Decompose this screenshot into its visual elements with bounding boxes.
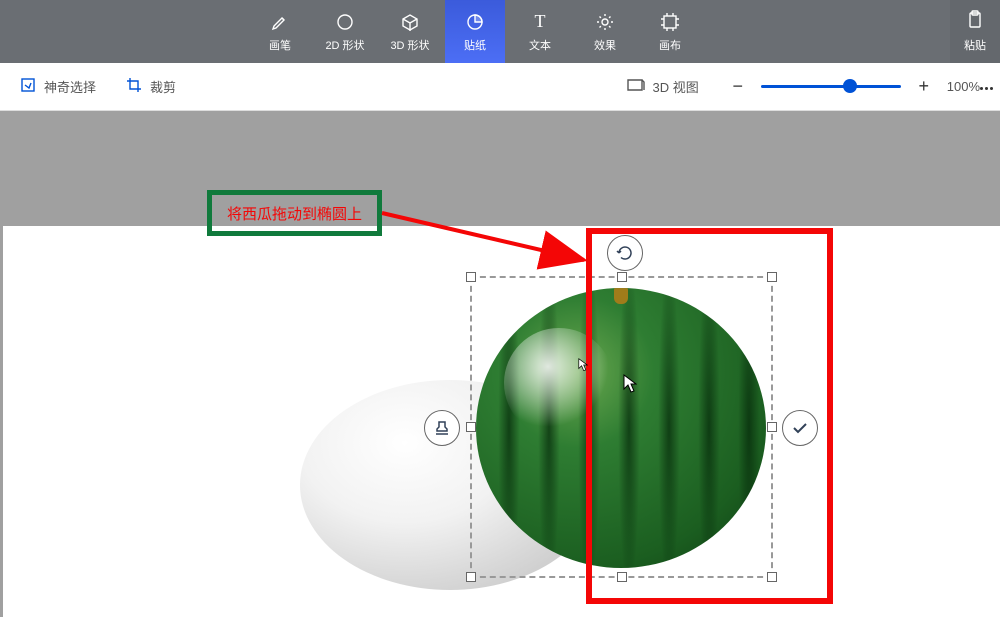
- view-3d-label: 3D 视图: [653, 77, 699, 96]
- view-3d-button[interactable]: 3D 视图: [627, 77, 699, 96]
- tool-paste[interactable]: 粘贴: [950, 0, 1000, 63]
- crop-label: 裁剪: [150, 77, 176, 96]
- tool-2d-shape[interactable]: 2D 形状: [315, 0, 375, 63]
- zoom-slider-thumb[interactable]: [843, 79, 857, 93]
- tool-sticker[interactable]: 贴纸: [445, 0, 505, 63]
- tool-effects-label: 效果: [594, 37, 616, 53]
- cube-icon: [399, 11, 421, 33]
- view-3d-icon: [627, 78, 645, 95]
- magic-select-label: 神奇选择: [44, 77, 96, 96]
- tool-2d-label: 2D 形状: [325, 37, 364, 53]
- zoom-out-button[interactable]: −: [729, 78, 747, 96]
- tool-effects[interactable]: 效果: [575, 0, 635, 63]
- stamp-button[interactable]: [424, 410, 460, 446]
- zoom-percent-label: 100%: [947, 79, 980, 94]
- tool-canvas-label: 画布: [659, 37, 681, 53]
- magic-select-button[interactable]: 神奇选择: [20, 77, 96, 96]
- tool-sticker-label: 贴纸: [464, 37, 486, 53]
- resize-handle-bl[interactable]: [466, 572, 476, 582]
- second-toolbar: 神奇选择 裁剪 3D 视图 − + 100%: [0, 63, 1000, 111]
- tool-3d-shape[interactable]: 3D 形状: [380, 0, 440, 63]
- magic-select-icon: [20, 77, 36, 96]
- zoom-in-button[interactable]: +: [915, 78, 933, 96]
- zoom-group: − + 100%: [729, 78, 980, 96]
- tool-text[interactable]: T 文本: [510, 0, 570, 63]
- more-menu-button[interactable]: [976, 78, 996, 98]
- tool-canvas[interactable]: 画布: [640, 0, 700, 63]
- text-icon: T: [529, 11, 551, 33]
- zoom-slider[interactable]: [761, 85, 901, 88]
- resize-handle-ml[interactable]: [466, 422, 476, 432]
- tool-brush[interactable]: 画笔: [250, 0, 310, 63]
- tool-3d-label: 3D 形状: [390, 37, 429, 53]
- crop-button[interactable]: 裁剪: [126, 77, 176, 96]
- brush-icon: [269, 11, 291, 33]
- resize-handle-tl[interactable]: [466, 272, 476, 282]
- sun-icon: [594, 11, 616, 33]
- annotation-instruction-box: 将西瓜拖动到椭圆上: [207, 190, 382, 236]
- annotation-target-box: [586, 228, 833, 604]
- clipboard-icon: [965, 10, 985, 33]
- tool-paste-label: 粘贴: [964, 37, 986, 53]
- canvas-icon: [659, 11, 681, 33]
- top-toolbar: 画笔 2D 形状 3D 形状 贴纸 T 文本 效果 画布: [0, 0, 1000, 63]
- circle-icon: [334, 11, 356, 33]
- sticker-icon: [464, 11, 486, 33]
- annotation-instruction-text: 将西瓜拖动到椭圆上: [227, 203, 362, 224]
- tool-text-label: 文本: [529, 37, 551, 53]
- tool-brush-label: 画笔: [269, 37, 291, 53]
- cursor-icon: [623, 374, 637, 394]
- crop-icon: [126, 77, 142, 96]
